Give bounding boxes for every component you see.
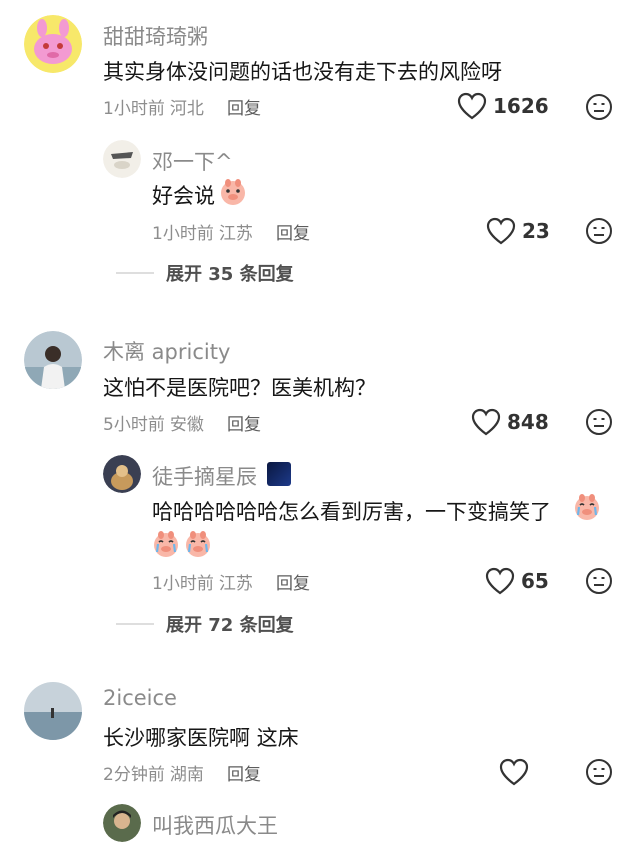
expand-divider	[116, 623, 154, 625]
reply-button[interactable]: 回复	[276, 574, 310, 594]
reply-time: 1小时前	[152, 224, 214, 244]
heart-outline-icon	[471, 408, 501, 436]
reply-meta: 1小时前 江苏 回复	[152, 219, 310, 244]
like-count: 848	[507, 410, 549, 434]
like-count: 23	[522, 219, 550, 243]
avatar-reply-1[interactable]	[103, 140, 141, 178]
reply-button[interactable]: 回复	[227, 765, 261, 785]
crying-pig-emoji	[154, 531, 178, 557]
comment-username[interactable]: 甜甜琦琦粥	[103, 21, 208, 51]
reply-button[interactable]: 回复	[227, 99, 261, 119]
comment-meta: 5小时前 安徽 回复	[103, 410, 261, 435]
like-count: 65	[521, 569, 549, 593]
heart-outline-icon	[499, 758, 529, 786]
comment-time: 5小时前	[103, 415, 165, 435]
like-button[interactable]: 848	[471, 408, 549, 436]
comment-text: 这怕不是医院吧？医美机构？	[103, 376, 376, 400]
expand-divider	[116, 272, 154, 274]
comment-time: 2分钟前	[103, 765, 165, 785]
dislike-face-icon[interactable]	[585, 93, 613, 121]
expand-replies-button[interactable]: 展开 35 条回复	[116, 260, 294, 286]
avatar-user-3[interactable]	[24, 682, 82, 740]
comment-location: 河北	[169, 99, 204, 119]
dislike-face-icon[interactable]	[585, 217, 613, 245]
reply-location: 江苏	[218, 574, 253, 594]
like-button[interactable]: 1626	[457, 92, 549, 120]
comment-location: 湖南	[169, 765, 204, 785]
like-button[interactable]: 65	[485, 567, 549, 595]
reply-button[interactable]: 回复	[227, 415, 261, 435]
comment-meta: 1小时前 河北 回复	[103, 94, 261, 119]
reply-time: 1小时前	[152, 574, 214, 594]
dislike-face-icon[interactable]	[585, 567, 613, 595]
crying-pig-emoji	[221, 179, 245, 205]
avatar-user-4[interactable]	[103, 804, 141, 842]
dislike-face-icon[interactable]	[585, 758, 613, 786]
comment-time: 1小时前	[103, 99, 165, 119]
reply-username[interactable]: 徒手摘星辰	[152, 461, 257, 491]
reply-text: 好会说	[152, 180, 215, 210]
expand-replies-label: 展开 72 条回复	[166, 615, 294, 636]
heart-outline-icon	[485, 567, 515, 595]
comment-meta: 2分钟前 湖南 回复	[103, 760, 261, 785]
comment-text: 其实身体没问题的话也没有走下去的风险呀	[103, 60, 502, 84]
like-button[interactable]	[499, 758, 535, 786]
expand-replies-label: 展开 35 条回复	[166, 264, 294, 285]
comment-location: 安徽	[169, 415, 204, 435]
reply-button[interactable]: 回复	[276, 224, 310, 244]
crying-pig-emoji	[575, 494, 599, 520]
reply-meta: 1小时前 江苏 回复	[152, 569, 310, 594]
like-count: 1626	[493, 94, 549, 118]
comment-username[interactable]: 木离 apricity	[103, 336, 230, 366]
reply-text-content: 好会说	[152, 184, 215, 208]
heart-outline-icon	[457, 92, 487, 120]
starry-sky-badge-icon	[267, 462, 291, 486]
like-button[interactable]: 23	[486, 217, 550, 245]
expand-replies-button[interactable]: 展开 72 条回复	[116, 611, 294, 637]
avatar-user-1[interactable]	[24, 15, 82, 73]
reply-text: 哈哈哈哈哈哈怎么看到厉害，一下变搞笑了	[152, 500, 551, 524]
crying-pig-emoji	[186, 531, 210, 557]
dislike-face-icon[interactable]	[585, 408, 613, 436]
avatar-reply-2[interactable]	[103, 455, 141, 493]
comment-username[interactable]: 2iceice	[103, 686, 177, 710]
heart-outline-icon	[486, 217, 516, 245]
avatar-user-2[interactable]	[24, 331, 82, 389]
comment-text: 长沙哪家医院啊 这床	[103, 726, 299, 750]
reply-location: 江苏	[218, 224, 253, 244]
reply-username[interactable]: 邓一下^	[152, 146, 233, 176]
